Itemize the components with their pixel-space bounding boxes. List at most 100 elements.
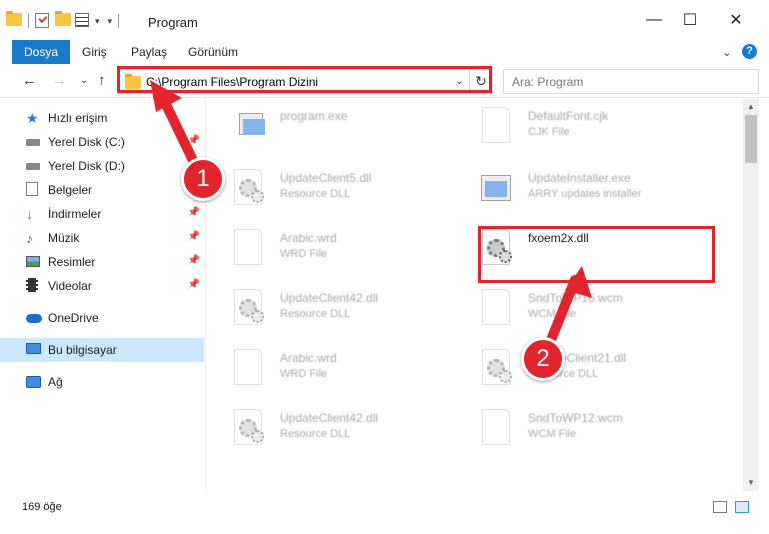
file-name: SndToWP16.wcm xyxy=(528,291,623,305)
file-item[interactable]: Arabic.wrd WRD File xyxy=(207,221,447,279)
toolbar-separator xyxy=(118,14,120,28)
sidebar-item-label: Videolar xyxy=(48,279,92,293)
address-highlight-box xyxy=(117,66,492,93)
sidebar-item-downloads[interactable]: ↓ İndirmeler 📌 xyxy=(0,202,204,226)
file-item[interactable]: SndToWP16.wcm WCM File xyxy=(455,281,695,339)
dll-gear-icon xyxy=(231,285,265,329)
scrollbar-thumb[interactable] xyxy=(745,115,757,163)
customize-toolbar-icon[interactable]: ▾ xyxy=(95,16,100,27)
sidebar-item-network[interactable]: Ağ xyxy=(0,370,204,394)
network-icon xyxy=(26,374,42,390)
sidebar-item-label: İndirmeler xyxy=(48,207,102,221)
blank-file-icon xyxy=(479,285,513,329)
search-placeholder: Ara: Program xyxy=(512,75,584,89)
new-folder-icon[interactable] xyxy=(55,11,71,29)
toolbar-separator xyxy=(28,14,29,28)
title-bar: ▾ ▾ Program — ☐ ✕ xyxy=(0,0,769,40)
recent-locations-button[interactable]: ⌄ xyxy=(80,75,88,86)
pictures-icon xyxy=(26,254,42,270)
large-icons-view-icon[interactable] xyxy=(735,501,749,513)
sidebar-item-quick-access[interactable]: ★ Hızlı erişim xyxy=(0,106,204,130)
pin-icon[interactable]: 📌 xyxy=(188,231,200,242)
file-type: Resource DLL xyxy=(280,308,351,320)
file-highlight-box xyxy=(478,226,715,283)
help-icon[interactable]: ? xyxy=(742,44,757,59)
pin-icon[interactable]: 📌 xyxy=(188,135,200,146)
blank-file-icon xyxy=(479,103,513,147)
tab-gorunum[interactable]: Görünüm xyxy=(188,40,238,64)
dll-gear-icon xyxy=(231,165,265,209)
file-item[interactable]: Arabic.wrd WRD File xyxy=(207,341,447,399)
blank-file-icon xyxy=(231,345,265,389)
file-item[interactable]: UpdateClient21.dll Resource DLL xyxy=(455,341,695,399)
file-name: Arabic.wrd xyxy=(280,351,337,365)
installer-exe-icon xyxy=(479,165,513,209)
file-type: Resource DLL xyxy=(280,188,351,200)
sidebar-item-music[interactable]: ♪ Müzik 📌 xyxy=(0,226,204,250)
scroll-down-icon[interactable]: ▼ xyxy=(743,475,759,491)
qat-dropdown-icon[interactable]: ▾ xyxy=(108,16,113,27)
file-item[interactable]: program.exe xyxy=(207,99,447,157)
tab-giris[interactable]: Giriş xyxy=(82,40,107,64)
up-button[interactable]: ↑ xyxy=(98,72,106,89)
maximize-button[interactable]: ☐ xyxy=(667,0,713,40)
pin-icon[interactable]: 📌 xyxy=(188,279,200,290)
file-item[interactable]: UpdateClient5.dll Resource DLL xyxy=(207,161,447,219)
file-name: Arabic.wrd xyxy=(280,231,337,245)
file-name: UpdateClient5.dll xyxy=(280,171,372,185)
sidebar-item-label: Bu bilgisayar xyxy=(48,343,117,357)
documents-icon xyxy=(26,182,42,198)
details-view-icon[interactable] xyxy=(713,501,727,513)
dll-gear-icon xyxy=(231,405,265,449)
sidebar-item-onedrive[interactable]: OneDrive xyxy=(0,306,204,330)
sidebar-item-label: Ağ xyxy=(48,375,63,389)
program-exe-icon xyxy=(231,103,265,147)
sidebar-item-label: Hızlı erişim xyxy=(48,111,108,125)
file-item[interactable]: UpdateInstaller.exe ARRY updates install… xyxy=(455,161,695,219)
onedrive-icon xyxy=(26,310,42,326)
sidebar-item-label: Yerel Disk (C:) xyxy=(48,135,125,149)
file-name: UpdateClient42.dll xyxy=(280,411,379,425)
scroll-up-icon[interactable]: ▲ xyxy=(743,99,759,115)
sidebar-item-local-disk-c[interactable]: Yerel Disk (C:) 📌 xyxy=(0,130,204,154)
file-name: UpdateClient42.dll xyxy=(280,291,379,305)
pin-icon[interactable]: 📌 xyxy=(188,255,200,266)
music-icon: ♪ xyxy=(26,230,33,246)
file-item[interactable]: SndToWP12.wcm WCM File xyxy=(455,401,695,459)
window-title: Program xyxy=(148,15,198,30)
tab-paylas[interactable]: Paylaş xyxy=(131,40,167,64)
back-button[interactable]: ← xyxy=(22,72,37,89)
vertical-scrollbar[interactable]: ▲ ▼ xyxy=(743,99,759,491)
download-icon: ↓ xyxy=(26,206,33,222)
sidebar-item-pictures[interactable]: Resimler 📌 xyxy=(0,250,204,274)
blank-file-icon xyxy=(231,225,265,269)
sidebar-item-documents[interactable]: Belgeler 📌 xyxy=(0,178,204,202)
disk-icon xyxy=(26,134,42,150)
file-item[interactable]: UpdateClient42.dll Resource DLL xyxy=(207,401,447,459)
ribbon-expand-icon[interactable]: ⌄ xyxy=(722,45,732,59)
item-count: 169 öğe xyxy=(22,501,62,513)
properties-check-icon[interactable] xyxy=(35,13,51,29)
sidebar-item-this-pc[interactable]: Bu bilgisayar xyxy=(0,338,204,362)
disk-icon xyxy=(26,158,42,174)
this-pc-icon xyxy=(26,342,42,358)
navigation-pane: ★ Hızlı erişim Yerel Disk (C:) 📌 Yerel D… xyxy=(0,99,206,491)
search-input[interactable]: Ara: Program xyxy=(503,69,759,94)
file-item[interactable]: DefaultFont.cjk CJK File xyxy=(455,99,695,157)
file-name: UpdateInstaller.exe xyxy=(528,171,631,185)
forward-button[interactable]: → xyxy=(52,72,67,89)
sidebar-item-label: Müzik xyxy=(48,231,80,245)
file-type: WRD File xyxy=(280,248,328,260)
status-bar: 169 öğe xyxy=(0,491,769,534)
sidebar-item-label: Yerel Disk (D:) xyxy=(48,159,125,173)
file-item[interactable]: UpdateClient42.dll Resource DLL xyxy=(207,281,447,339)
properties-icon[interactable] xyxy=(75,13,91,29)
close-button[interactable]: ✕ xyxy=(713,0,759,40)
tab-dosya[interactable]: Dosya xyxy=(12,40,71,64)
star-icon: ★ xyxy=(26,110,39,126)
sidebar-item-videos[interactable]: Videolar 📌 xyxy=(0,274,204,298)
file-type: WCM File xyxy=(528,308,577,320)
sidebar-item-label: Belgeler xyxy=(48,183,93,197)
sidebar-item-local-disk-d[interactable]: Yerel Disk (D:) xyxy=(0,154,204,178)
pin-icon[interactable]: 📌 xyxy=(188,207,200,218)
